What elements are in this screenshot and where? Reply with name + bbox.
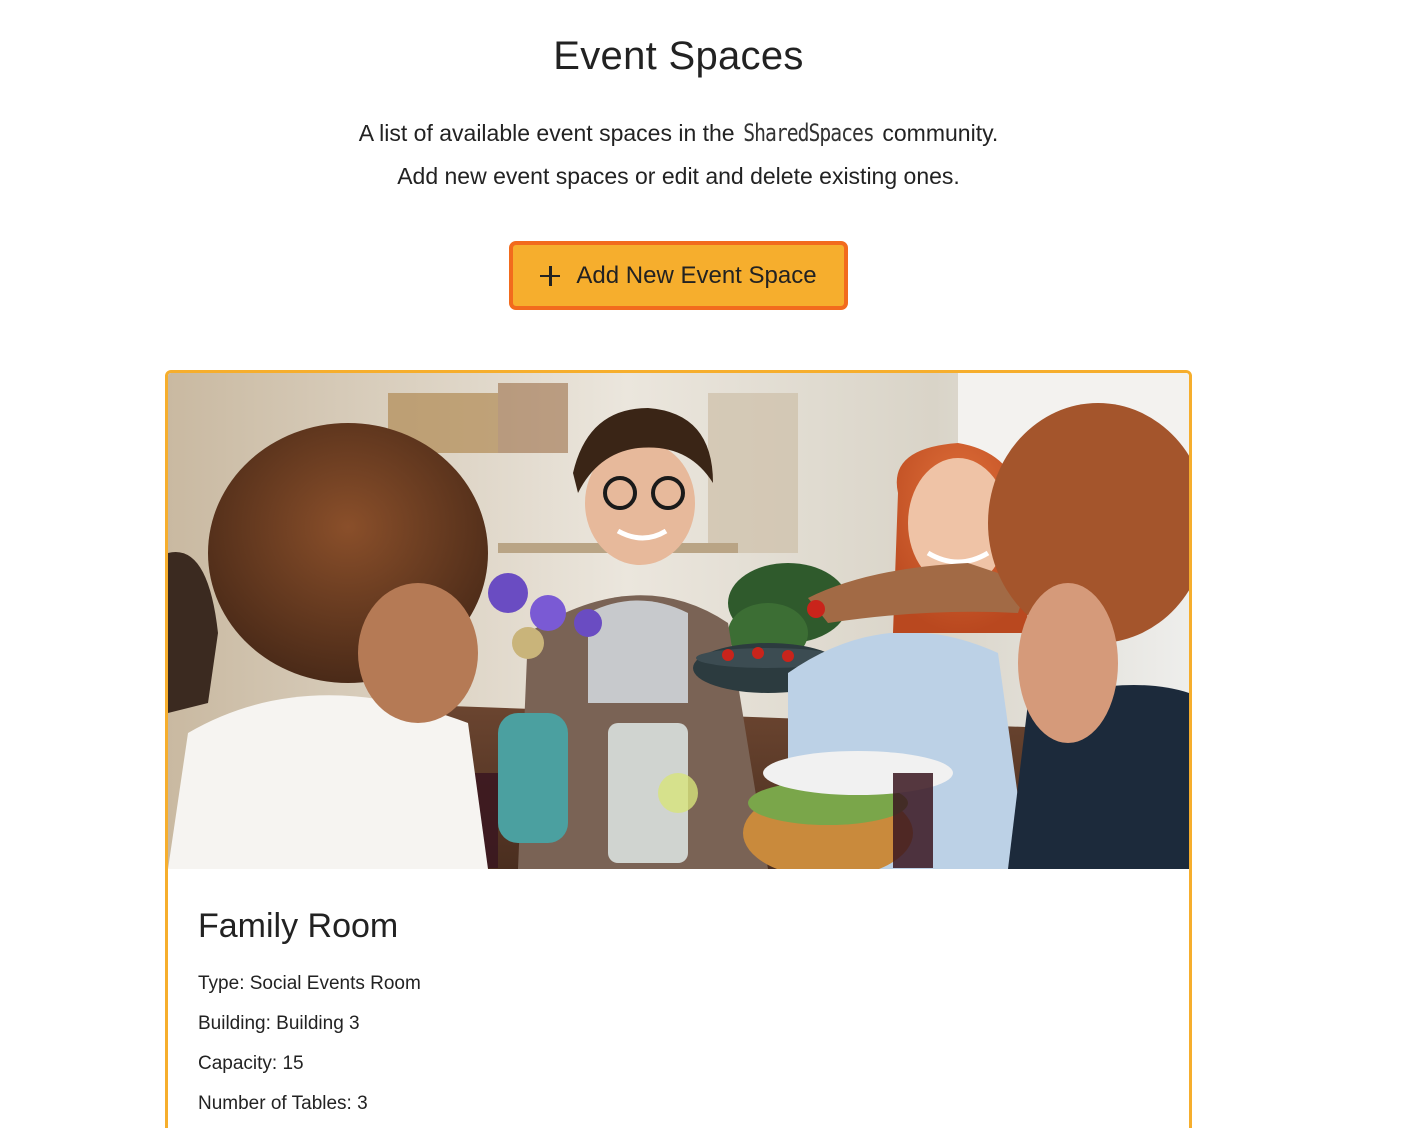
add-button-label: Add New Event Space — [576, 261, 817, 289]
event-spaces-page: Event Spaces A list of available event s… — [0, 0, 1401, 1128]
intro-text-after: community. — [876, 120, 999, 146]
intro-text: A list of available event spaces in the … — [0, 112, 1357, 198]
space-name: Family Room — [198, 907, 399, 945]
plus-icon — [540, 265, 561, 286]
card-body: Family Room Type: Social Events Room Bui… — [168, 869, 1189, 1124]
space-tables: Number of Tables: 3 — [198, 1093, 368, 1114]
intro-line-2: Add new event spaces or edit and delete … — [397, 163, 960, 189]
intro-text-before: A list of available event spaces in the — [358, 120, 741, 146]
add-new-event-space-button[interactable]: Add New Event Space — [509, 241, 848, 310]
brand-logo-text: SharedSpaces — [743, 119, 874, 147]
page-title: Event Spaces — [553, 34, 804, 78]
intro-line-1: A list of available event spaces in the … — [0, 112, 1357, 155]
space-capacity: Capacity: 15 — [198, 1053, 304, 1074]
event-space-photo — [168, 373, 1189, 869]
space-building: Building: Building 3 — [198, 1013, 360, 1034]
space-type: Type: Social Events Room — [198, 973, 421, 994]
event-space-card: Family Room Type: Social Events Room Bui… — [165, 370, 1192, 1128]
